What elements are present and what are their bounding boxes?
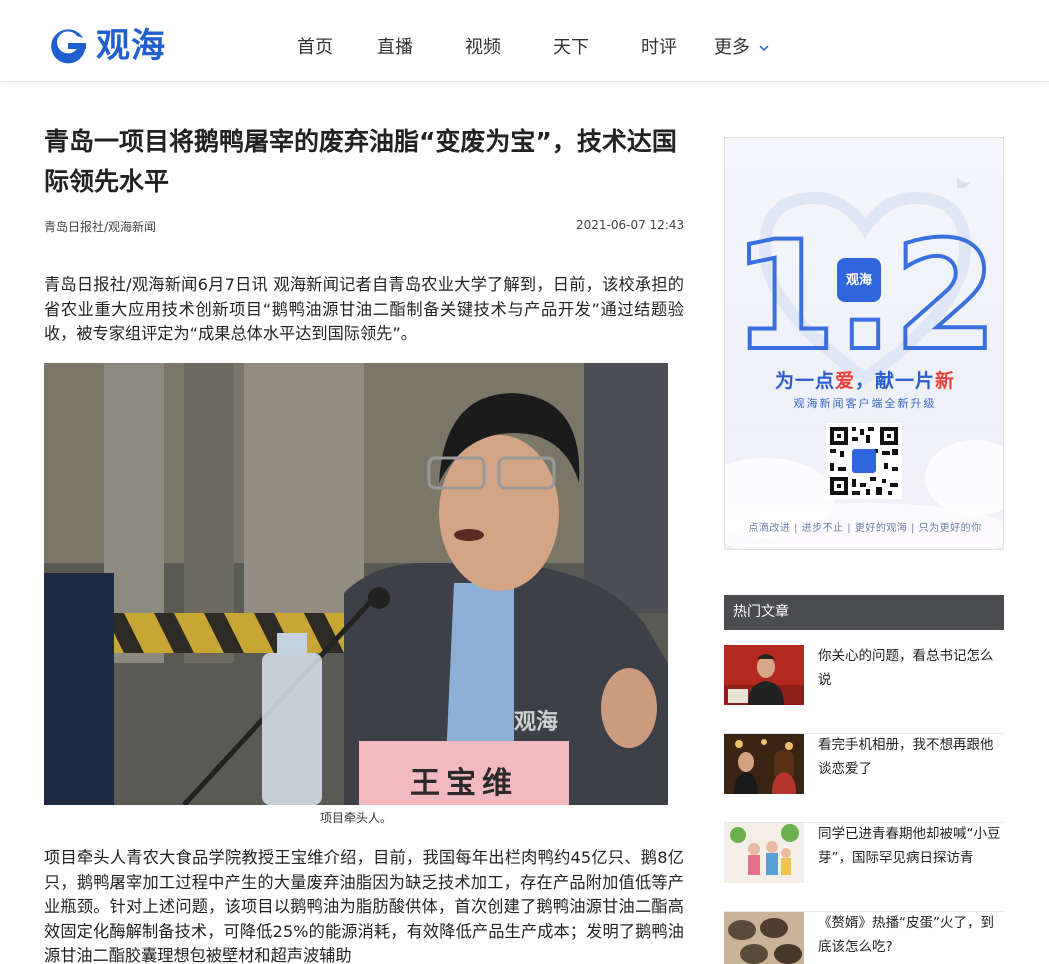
hot-articles-heading: 热门文章 (724, 595, 1004, 630)
hot-article-item[interactable]: 看完手机相册，我不想再跟他谈恋爱了 (724, 734, 1004, 823)
logo-text: 观海 (96, 26, 166, 66)
photo-watermark: 观海 (514, 709, 558, 734)
hot-article-thumbnail (724, 912, 804, 964)
app-badge-text: 观海 (846, 272, 872, 288)
app-promo-banner[interactable]: 1.2 观海 为一点爱，献一片新 观海新闻客户端全新升级 点滴改进 | 进步不止… (724, 137, 1004, 550)
qr-code (826, 423, 902, 499)
qr-code-icon (830, 427, 898, 495)
top-header: 观海 首页 直播 视频 天下 时评 更多 (0, 0, 1049, 82)
nav-more[interactable]: 更多 (702, 28, 782, 68)
article-time: 2021-06-07 12:43 (576, 218, 685, 232)
main-nav: 首页 直播 视频 天下 时评 更多 (280, 28, 782, 68)
hot-article-title: 你关心的问题，看总书记怎么说 (818, 648, 994, 688)
nav-home[interactable]: 首页 (280, 28, 350, 68)
photo-illustration: 王宝维 观海 (44, 363, 668, 805)
hot-article-title: 同学已进青春期他却被喊“小豆芽”，国际罕见病日探访青 (818, 826, 1001, 866)
hot-article-title: 看完手机相册，我不想再跟他谈恋爱了 (818, 737, 994, 777)
hot-article-item[interactable]: 你关心的问题，看总书记怎么说 (724, 645, 1004, 734)
nav-commentary[interactable]: 时评 (616, 28, 702, 68)
article-paragraph: 项目牵头人青农大食品学院教授王宝维介绍，目前，我国每年出栏肉鸭约45亿只、鹅8亿… (44, 848, 684, 964)
article-source: 青岛日报社/观海新闻 (44, 220, 157, 234)
nav-more-label: 更多 (714, 37, 750, 58)
nav-world[interactable]: 天下 (526, 28, 616, 68)
hot-article-thumbnail (724, 823, 804, 883)
hot-article-item[interactable]: 同学已进青春期他却被喊“小豆芽”，国际罕见病日探访青 (724, 823, 1004, 912)
promo-subtitle: 观海新闻客户端全新升级 (793, 397, 937, 410)
article-photo: 王宝维 观海 (44, 363, 668, 805)
logo-g-icon (51, 29, 86, 64)
nav-video[interactable]: 视频 (440, 28, 526, 68)
promo-slogan: 为一点爱，献一片新 (774, 370, 956, 392)
chevron-down-icon (759, 45, 769, 52)
site-logo[interactable]: 观海 (46, 24, 166, 68)
article-title: 青岛一项目将鹅鸭屠宰的废弃油脂“变废为宝”，技术达国际领先水平 (44, 127, 677, 196)
hot-article-thumbnail (724, 734, 804, 794)
photo-caption: 项目牵头人。 (319, 811, 392, 825)
hot-article-title: 《赘婿》热播“皮蛋”火了，到底该怎么吃? (818, 915, 994, 955)
hot-article-thumbnail (724, 645, 804, 705)
nav-live[interactable]: 直播 (350, 28, 440, 68)
article-paragraph: 青岛日报社/观海新闻6月7日讯 观海新闻记者自青岛农业大学了解到，日前，该校承担… (44, 275, 684, 343)
promo-footer: 点滴改进 | 进步不止 | 更好的观海 | 只为更好的你 (748, 523, 982, 534)
nameplate-text: 王宝维 (410, 766, 518, 800)
hot-article-item[interactable]: 《赘婿》热播“皮蛋”火了，到底该怎么吃? (724, 912, 1004, 964)
